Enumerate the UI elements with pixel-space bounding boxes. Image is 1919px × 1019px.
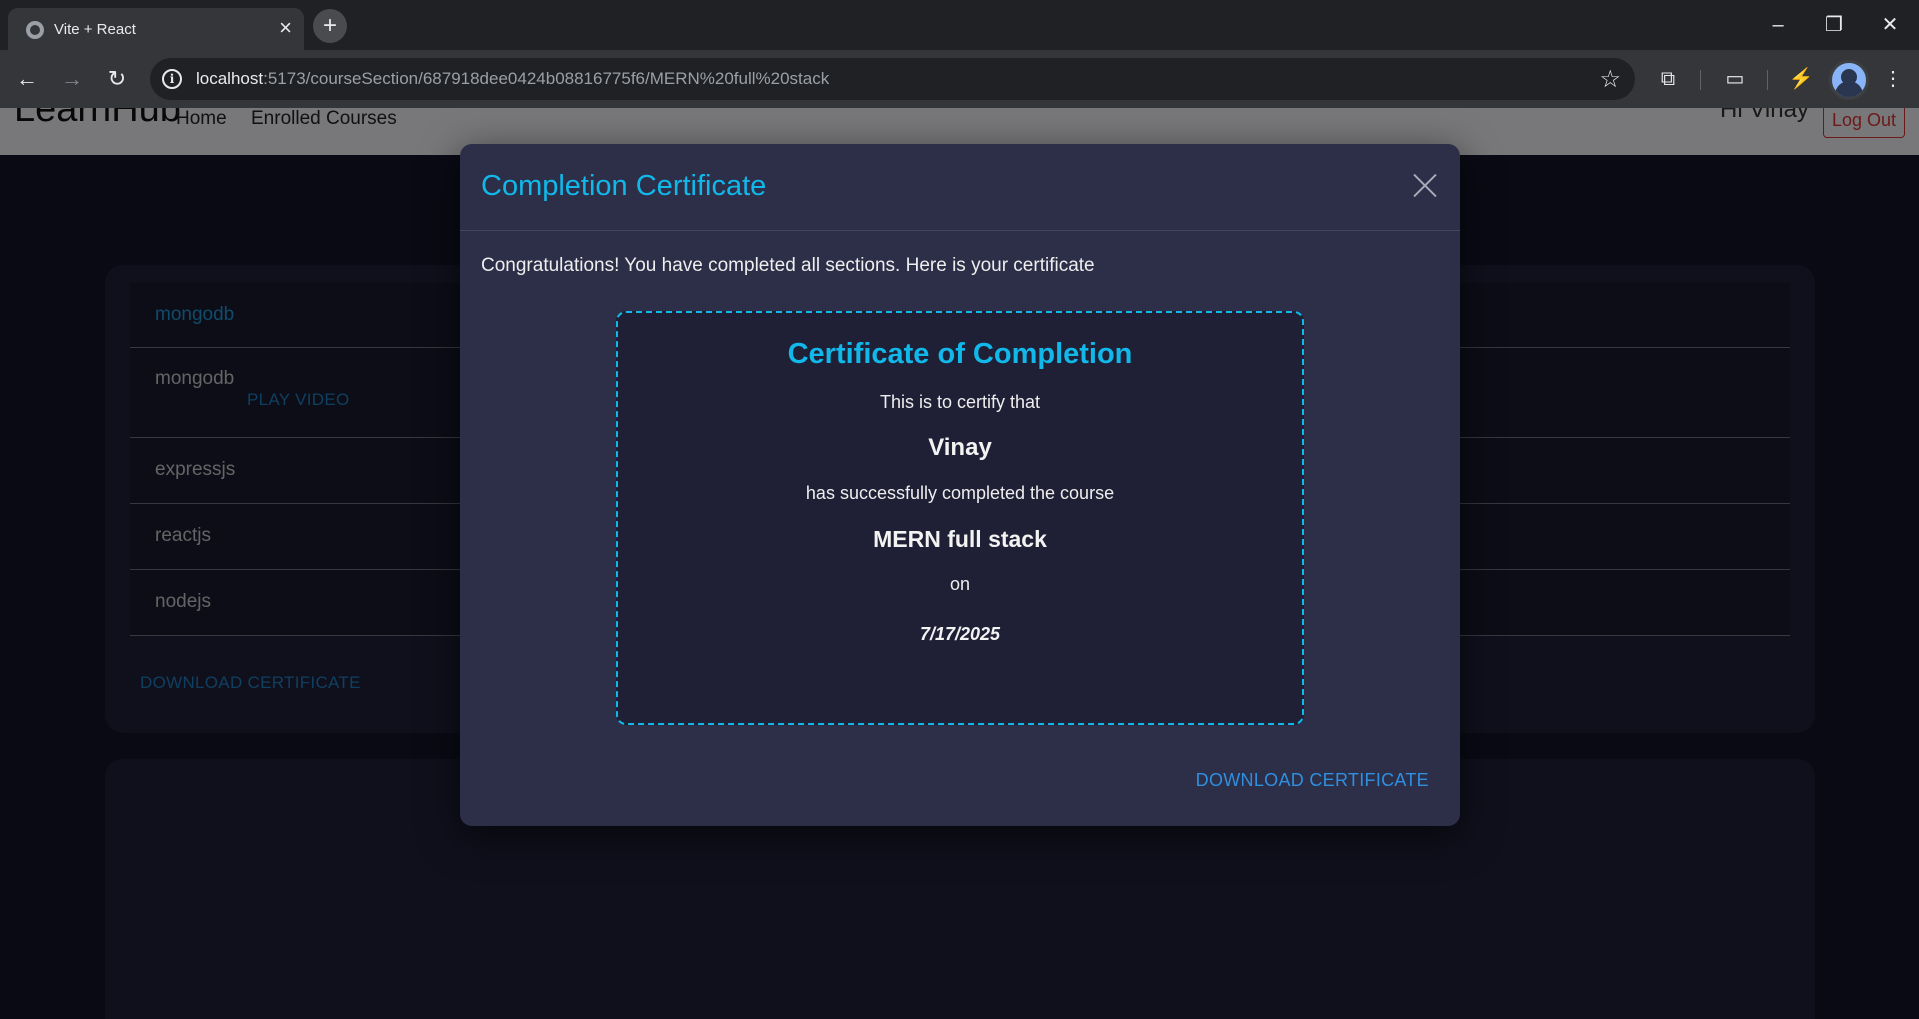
certificate-completion-text: has successfully completed the course [805, 483, 1115, 503]
modal-message: Congratulations! You have completed all … [481, 255, 1095, 276]
bookmark-star-icon[interactable]: ☆ [1599, 65, 1621, 94]
restore-icon[interactable]: ❐ [1814, 10, 1854, 40]
cast-search-icon[interactable]: ▭ [1720, 64, 1750, 94]
performance-icon[interactable]: ⚡ [1786, 64, 1816, 94]
certificate-card: Certificate of Completion This is to cer… [616, 311, 1304, 725]
certificate-date: 7/17/2025 [919, 624, 1001, 644]
download-certificate-button[interactable]: DOWNLOAD CERTIFICATE [1196, 770, 1429, 791]
modal-title: Completion Certificate [481, 170, 767, 202]
browser-tabstrip: Vite + React × + – ❐ ✕ [0, 0, 1919, 50]
close-tab-icon[interactable]: × [279, 17, 292, 39]
certificate-title: Certificate of Completion [787, 338, 1133, 370]
reload-icon[interactable]: ↻ [102, 64, 132, 94]
minimize-icon[interactable]: – [1758, 10, 1798, 40]
extensions-icon[interactable]: ⧉ [1653, 64, 1683, 94]
browser-toolbar: ← → ↻ i localhost:5173/courseSection/687… [0, 50, 1919, 108]
new-tab-button[interactable]: + [313, 9, 347, 43]
close-icon[interactable] [1408, 168, 1442, 202]
certificate-course: MERN full stack [873, 526, 1047, 552]
tab-title: Vite + React [54, 21, 136, 38]
kebab-menu-icon[interactable]: ⋮ [1878, 64, 1908, 94]
profile-avatar[interactable] [1829, 60, 1869, 100]
forward-arrow-icon[interactable]: → [57, 64, 87, 94]
certificate-intro: This is to certify that [879, 392, 1041, 412]
certificate-recipient: Vinay [928, 434, 992, 461]
site-info-icon[interactable]: i [162, 69, 182, 89]
browser-tab[interactable]: Vite + React × [8, 8, 304, 50]
globe-icon [26, 21, 44, 39]
certificate-on-text: on [949, 574, 971, 594]
certificate-modal: Completion Certificate Congratulations! … [460, 144, 1460, 826]
modal-header: Completion Certificate [460, 144, 1460, 231]
url-text[interactable]: localhost:5173/courseSection/687918dee04… [196, 69, 829, 89]
address-bar[interactable]: i localhost:5173/courseSection/687918dee… [150, 58, 1635, 100]
back-arrow-icon[interactable]: ← [12, 64, 42, 94]
toolbar-divider [1767, 70, 1768, 90]
toolbar-divider [1700, 70, 1701, 90]
window-close-icon[interactable]: ✕ [1870, 10, 1910, 40]
